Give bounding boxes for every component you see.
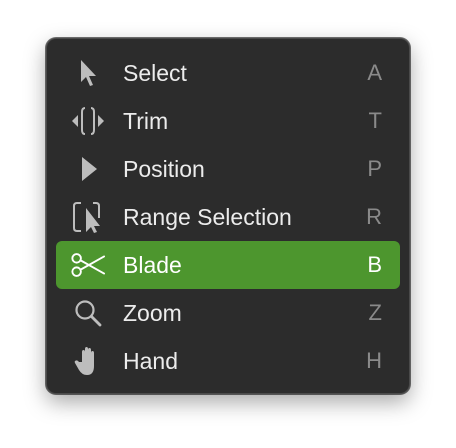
position-arrow-icon <box>70 151 106 187</box>
tool-menu: Select A Trim T Position P Range Selecti… <box>46 38 410 394</box>
menu-item-position[interactable]: Position P <box>56 145 400 193</box>
menu-item-select[interactable]: Select A <box>56 49 400 97</box>
menu-item-shortcut: P <box>367 156 382 181</box>
menu-item-blade[interactable]: Blade B <box>56 241 400 289</box>
range-selection-icon <box>70 199 106 235</box>
menu-item-label: Hand <box>123 348 178 374</box>
menu-item-shortcut: Z <box>368 300 382 325</box>
menu-item-shortcut: H <box>366 348 382 373</box>
menu-item-shortcut: B <box>367 252 382 277</box>
magnifier-icon <box>70 295 106 331</box>
menu-item-hand[interactable]: Hand H <box>56 337 400 385</box>
menu-item-shortcut: R <box>366 204 382 229</box>
scissors-icon <box>70 247 106 283</box>
menu-item-label: Range Selection <box>123 204 292 230</box>
menu-item-label: Trim <box>123 108 169 134</box>
menu-item-label: Zoom <box>123 300 182 326</box>
arrow-pointer-icon <box>70 55 106 91</box>
hand-icon <box>70 343 106 379</box>
menu-item-shortcut: A <box>367 60 382 85</box>
menu-item-shortcut: T <box>368 108 382 133</box>
menu-item-label: Position <box>123 156 205 182</box>
trim-icon <box>70 103 106 139</box>
menu-item-range-selection[interactable]: Range Selection R <box>56 193 400 241</box>
menu-item-label: Select <box>123 60 187 86</box>
menu-item-trim[interactable]: Trim T <box>56 97 400 145</box>
menu-item-zoom[interactable]: Zoom Z <box>56 289 400 337</box>
menu-item-label: Blade <box>123 252 182 278</box>
